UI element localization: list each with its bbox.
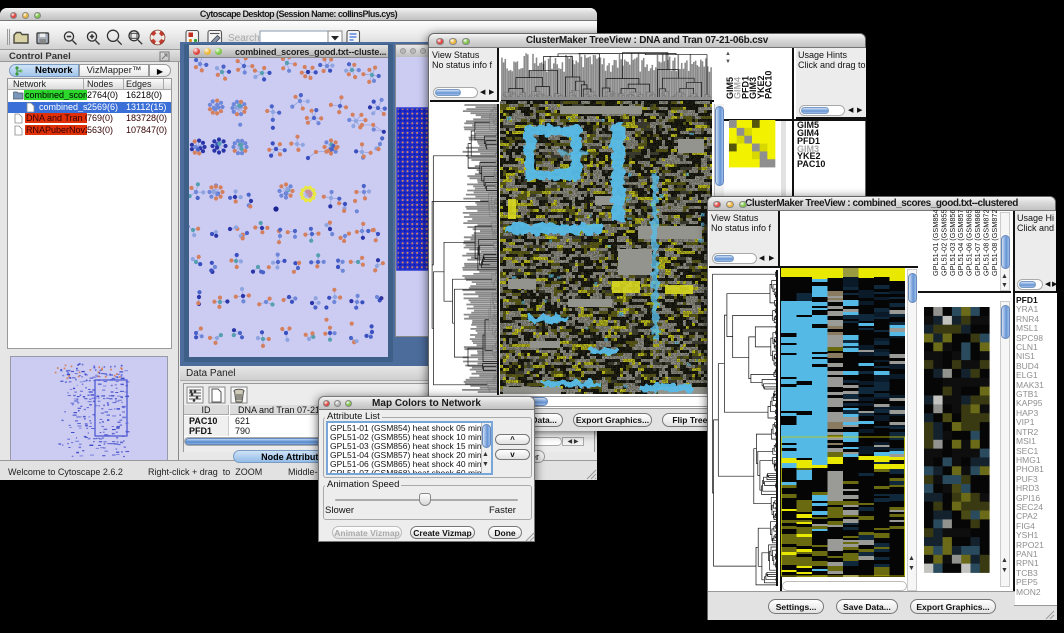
svg-text:GPL51-08 (GSM872): GPL51-08 (GSM872): [990, 210, 999, 276]
svg-text:PAC10: PAC10: [764, 71, 774, 99]
